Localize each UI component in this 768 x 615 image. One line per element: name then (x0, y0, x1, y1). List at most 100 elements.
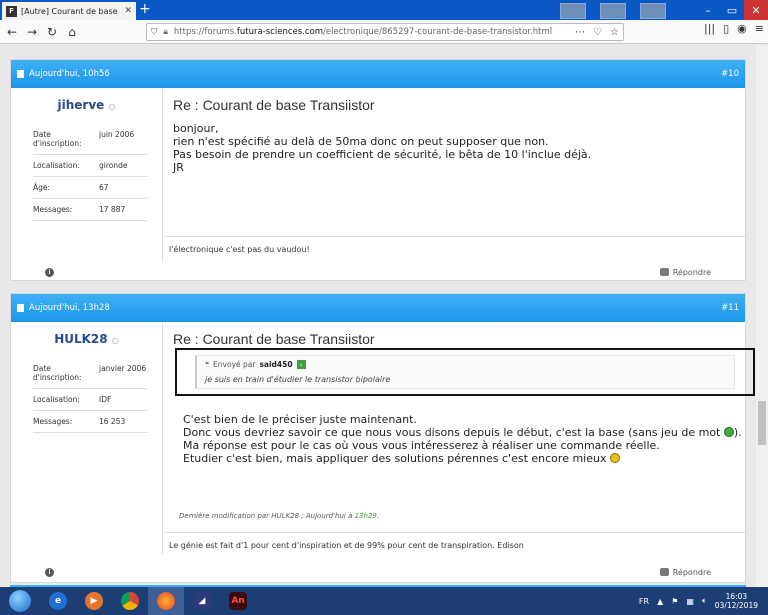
offline-status-icon: ○ (111, 336, 119, 345)
post-signature: Le génie est fait d'1 pour cent d'inspir… (163, 532, 745, 558)
taskbar-app[interactable]: An (220, 587, 256, 615)
post-date: Aujourd'hui, 13h28 (29, 303, 110, 313)
close-window-icon[interactable]: ✕ (744, 0, 768, 20)
tab-title: [Autre] Courant de base Transi (21, 6, 120, 16)
url-bar[interactable]: ⛉ 🔒︎ https://forums.futura-sciences.com/… (146, 23, 624, 41)
post-body: bonjour, rien n'est spécifié au delà de … (173, 122, 592, 174)
user-detail-row: Âge: 67 (33, 177, 148, 199)
taskbar-app[interactable]: e (40, 587, 76, 615)
internet-explorer-icon: e (49, 592, 67, 610)
post-number-link[interactable]: #11 (721, 303, 739, 313)
windows-logo-icon (9, 590, 31, 612)
user-detail-row: Messages: 16 253 (33, 411, 148, 433)
system-tray: FR ▲ ⚑ ▦ 🔈︎ 16:03 03/12/2019 (639, 592, 768, 610)
username-link[interactable]: jiherve ○ (11, 98, 162, 112)
sidebar-icon[interactable]: ▯ (723, 22, 729, 35)
media-player-icon: ▶ (85, 592, 103, 610)
user-detail-row: Localisation: IDF (33, 389, 148, 411)
clock[interactable]: 16:03 03/12/2019 (715, 592, 758, 610)
taskbar-app[interactable]: ▶ (76, 587, 112, 615)
taskbar-app-active[interactable] (148, 587, 184, 615)
background-window (600, 3, 626, 19)
start-button[interactable] (0, 590, 40, 612)
taskbar-app[interactable]: ◢ (184, 587, 220, 615)
extension-icon[interactable]: ◉ (737, 22, 747, 35)
forum-post: Aujourd'hui, 10h56 #10 jiherve ○ Date d'… (10, 59, 746, 281)
lock-icon[interactable]: 🔒︎ (163, 27, 168, 37)
quote-marks-icon: ❝ (205, 360, 210, 369)
page-scrollbar[interactable] (756, 45, 768, 587)
url-text: https://forums.futura-sciences.com/elect… (173, 27, 553, 37)
quote-header: ❝ Envoyé par said450 › (205, 360, 726, 369)
reply-button[interactable]: Répondre (659, 268, 711, 277)
user-detail-row: Localisation: gironde (33, 155, 148, 177)
info-icon[interactable]: i (45, 267, 54, 277)
edit-time: 13h29 (354, 512, 377, 520)
background-window (640, 3, 666, 19)
user-details: Date d'inscription: janvier 2006 Localisa… (33, 358, 148, 433)
quote-block: ❝ Envoyé par said450 › je suis en train … (195, 355, 735, 389)
language-indicator[interactable]: FR (639, 597, 649, 606)
post-header: Aujourd'hui, 10h56 #10 (11, 60, 745, 88)
minimize-icon[interactable]: – (696, 0, 720, 20)
post-footer: i Répondre (11, 562, 745, 582)
window-controls: – ▭ ✕ (696, 0, 768, 20)
document-icon (17, 304, 24, 312)
forum-post: Aujourd'hui, 13h28 #11 HULK28 ○ Date d'i… (10, 293, 755, 583)
site-favicon-icon: F (6, 5, 17, 17)
post-content: Re : Courant de base Transiistor ❝ Envoy… (173, 322, 755, 520)
offline-status-icon: ○ (108, 102, 116, 111)
forward-icon[interactable]: → (22, 22, 42, 42)
network-icon[interactable]: ▦ (686, 597, 694, 606)
forum-page: Aujourd'hui, 10h56 #10 jiherve ○ Date d'… (0, 45, 768, 587)
taskbar-app[interactable] (112, 587, 148, 615)
windows-taskbar: e ▶ ◢ An FR ▲ ⚑ ▦ 🔈︎ 16:03 03/12/2019 (0, 587, 768, 615)
background-window (560, 3, 586, 19)
document-icon (17, 70, 24, 78)
post-title: Re : Courant de base Transiistor (173, 331, 375, 347)
post-number-link[interactable]: #10 (721, 69, 739, 79)
post-header: Aujourd'hui, 13h28 #11 (11, 294, 745, 322)
volume-icon[interactable]: 🔈︎ (702, 596, 707, 606)
quote-text: je suis en train d'étudier le transistor… (205, 375, 391, 384)
reply-icon (659, 268, 669, 276)
scrollbar-thumb[interactable] (758, 401, 766, 445)
pocket-icon[interactable]: ♡ (593, 27, 602, 38)
user-detail-row: Date d'inscription: juin 2006 (33, 124, 148, 155)
new-tab-icon[interactable]: + (139, 1, 151, 17)
post-date: Aujourd'hui, 10h56 (29, 69, 110, 79)
tab-strip: F [Autre] Courant de base Transi ✕ + – ▭… (0, 0, 768, 20)
shield-icon[interactable]: ⛉ (151, 27, 157, 37)
post-footer: i Répondre (11, 262, 745, 282)
close-tab-icon[interactable]: ✕ (124, 6, 132, 16)
maximize-icon[interactable]: ▭ (720, 0, 744, 20)
user-info-pane: jiherve ○ Date d'inscription: juin 2006 L… (11, 88, 163, 262)
browser-tab[interactable]: F [Autre] Courant de base Transi ✕ (2, 2, 136, 20)
user-info-pane: HULK28 ○ Date d'inscription: janvier 2006… (11, 322, 163, 554)
info-icon[interactable]: i (45, 567, 54, 577)
more-actions-icon[interactable]: ⋯ (575, 27, 585, 38)
navigation-bar: ← → ↻ ⌂ ⛉ 🔒︎ https://forums.futura-scien… (0, 20, 768, 44)
back-icon[interactable]: ← (2, 22, 22, 42)
menu-icon[interactable]: ≡ (755, 22, 764, 35)
username-link[interactable]: HULK28 ○ (11, 332, 162, 346)
reply-icon (659, 568, 669, 576)
bookmark-star-icon[interactable]: ☆ (610, 27, 619, 38)
last-edit-note: Dernière modification par HULK28 ; Aujou… (179, 512, 380, 520)
view-post-arrow-icon[interactable]: › (296, 360, 306, 369)
library-icon[interactable]: ||| (704, 22, 715, 35)
home-icon[interactable]: ⌂ (62, 22, 82, 42)
grin-smiley-icon (723, 427, 734, 437)
flag-icon[interactable]: ⚑ (671, 597, 678, 606)
reply-button[interactable]: Répondre (659, 568, 711, 577)
user-detail-row: Messages: 17 887 (33, 199, 148, 221)
reload-icon[interactable]: ↻ (42, 22, 62, 42)
quote-highlight-box: ❝ Envoyé par said450 › je suis en train … (175, 348, 755, 396)
post-signature: l'électronique c'est pas du vaudou! (163, 236, 745, 262)
chrome-icon (121, 592, 139, 610)
post-title: Re : Courant de base Transiistor (173, 97, 375, 113)
tray-arrow-icon[interactable]: ▲ (657, 597, 663, 606)
animate-icon: An (229, 592, 247, 610)
firefox-icon (157, 592, 175, 610)
quote-author: said450 (259, 360, 293, 369)
